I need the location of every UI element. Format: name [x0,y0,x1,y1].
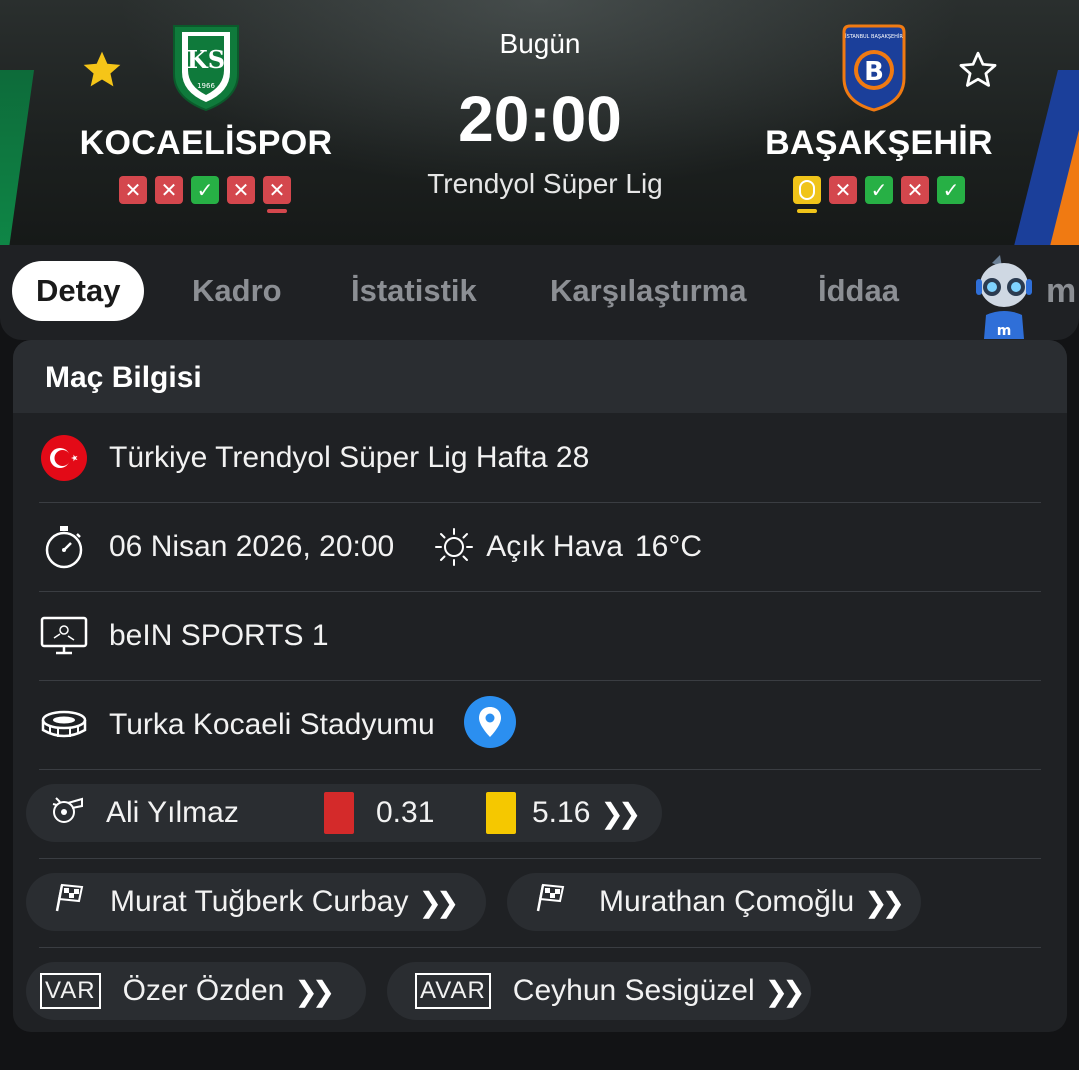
tab-karsilastirma[interactable]: Karşılaştırma [550,261,746,321]
broadcaster-text: beIN SPORTS 1 [109,618,329,652]
assistant-referee-2-pill[interactable]: Murathan Çomoğlu ❯❯ [507,873,921,931]
red-card-icon [324,792,354,834]
svg-text:m: m [997,323,1012,339]
referee-name: Ali Yılmaz [106,796,239,829]
yellow-card-icon [486,792,516,834]
match-header: KS 1966 KOCAELİSPOR ✕ ✕ ✓ ✕ ✕ Bugün 20:0… [0,0,1079,245]
away-team-name[interactable]: BAŞAKŞEHİR [729,124,1029,163]
chevron-double-right-icon: ❯❯ [294,975,335,1007]
map-pin-icon[interactable] [463,695,517,754]
svg-text:İSTANBUL BAŞAKŞEHİR: İSTANBUL BAŞAKŞEHİR [845,33,903,40]
stopwatch-icon [39,522,89,572]
stadium-icon [39,700,89,750]
datetime-row: 06 Nisan 2026, 20:00 Açık Hava 16°C [39,502,1041,592]
avar-icon: AVAR [415,973,491,1009]
chevron-double-right-icon: ❯❯ [418,886,459,918]
match-day: Bugün [499,28,581,59]
form-loss-icon: ✕ [155,176,183,204]
form-win-icon: ✓ [191,176,219,204]
mascot-icon[interactable]: m [972,255,1036,339]
chevron-double-right-icon: ❯❯ [600,797,641,829]
home-form: ✕ ✕ ✓ ✕ ✕ [119,176,291,213]
var-referee-pill[interactable]: VAR Özer Özden ❯❯ [26,962,366,1020]
sun-icon [432,522,476,572]
var-referee-name: Özer Özden [122,974,285,1007]
form-loss-icon: ✕ [227,176,255,204]
home-team-logo[interactable]: KS 1966 [170,22,242,112]
weather-text: Açık Hava [486,529,623,563]
tab-detay[interactable]: Detay [12,261,145,321]
whistle-icon [50,792,84,834]
form-loss-icon: ✕ [119,176,147,204]
assistant-referee-1-pill[interactable]: Murat Tuğberk Curbay ❯❯ [26,873,486,931]
mascot-label[interactable]: m [1046,272,1076,311]
stadium-row: Turka Kocaeli Stadyumu [39,680,1041,770]
favorite-star-icon-outline[interactable] [956,48,1000,92]
turkey-flag-icon [39,433,89,483]
form-loss-icon: ✕ [829,176,857,204]
form-draw-icon [793,176,821,213]
broadcaster-row: beIN SPORTS 1 [39,591,1041,681]
var-icon: VAR [40,973,101,1009]
assistant-referee-2-name: Murathan Çomoğlu [599,885,855,918]
match-info-title: Maç Bilgisi [13,340,1067,413]
svg-text:B: B [864,57,884,87]
league-name[interactable]: Trendyol Süper Lig [390,168,700,200]
red-card-avg: 0.31 [376,796,435,829]
tab-istatistik[interactable]: İstatistik [351,261,477,321]
yellow-card-avg: 5.16 [532,796,591,829]
datetime-text: 06 Nisan 2026, 20:00 [109,529,395,563]
flag-icon [52,881,86,923]
svg-text:1966: 1966 [197,82,215,90]
flag-icon [533,881,567,923]
tab-bar: Detay Kadro İstatistik Karşılaştırma İdd… [0,245,1079,340]
form-loss-icon: ✕ [901,176,929,204]
tab-kadro[interactable]: Kadro [192,261,282,321]
form-win-icon: ✓ [937,176,965,204]
tv-icon [39,611,89,661]
form-loss-icon: ✕ [263,176,291,213]
competition-row[interactable]: Türkiye Trendyol Süper Lig Hafta 28 [39,413,1041,503]
form-win-icon: ✓ [865,176,893,204]
tab-iddaa[interactable]: İddaa [818,261,899,321]
referee-pill[interactable]: Ali Yılmaz 0.31 5.16 ❯❯ [26,784,662,842]
team-color-stripe-home [0,70,35,245]
chevron-double-right-icon: ❯❯ [764,975,806,1007]
away-team-logo[interactable]: İSTANBUL BAŞAKŞEHİR B [840,22,908,112]
assistant-referee-1-name: Murat Tuğberk Curbay [110,885,409,918]
avar-referee-pill[interactable]: AVAR Ceyhun Sesigüzel ❯❯ [387,962,811,1020]
chevron-double-right-icon: ❯❯ [864,886,905,918]
temperature-text: 16°C [634,529,702,563]
match-info-card: Maç Bilgisi Türkiye Trendyol Süper Lig H… [13,340,1067,1032]
stadium-text: Turka Kocaeli Stadyumu [109,707,435,741]
avar-referee-name: Ceyhun Sesigüzel [512,974,755,1007]
favorite-star-icon-filled[interactable] [80,48,124,92]
away-form: ✕ ✓ ✕ ✓ [793,176,965,213]
match-time: 20:00 [458,83,622,155]
home-team-name[interactable]: KOCAELİSPOR [56,124,356,163]
svg-text:KS: KS [187,45,225,74]
competition-text: Türkiye Trendyol Süper Lig Hafta 28 [109,440,590,474]
